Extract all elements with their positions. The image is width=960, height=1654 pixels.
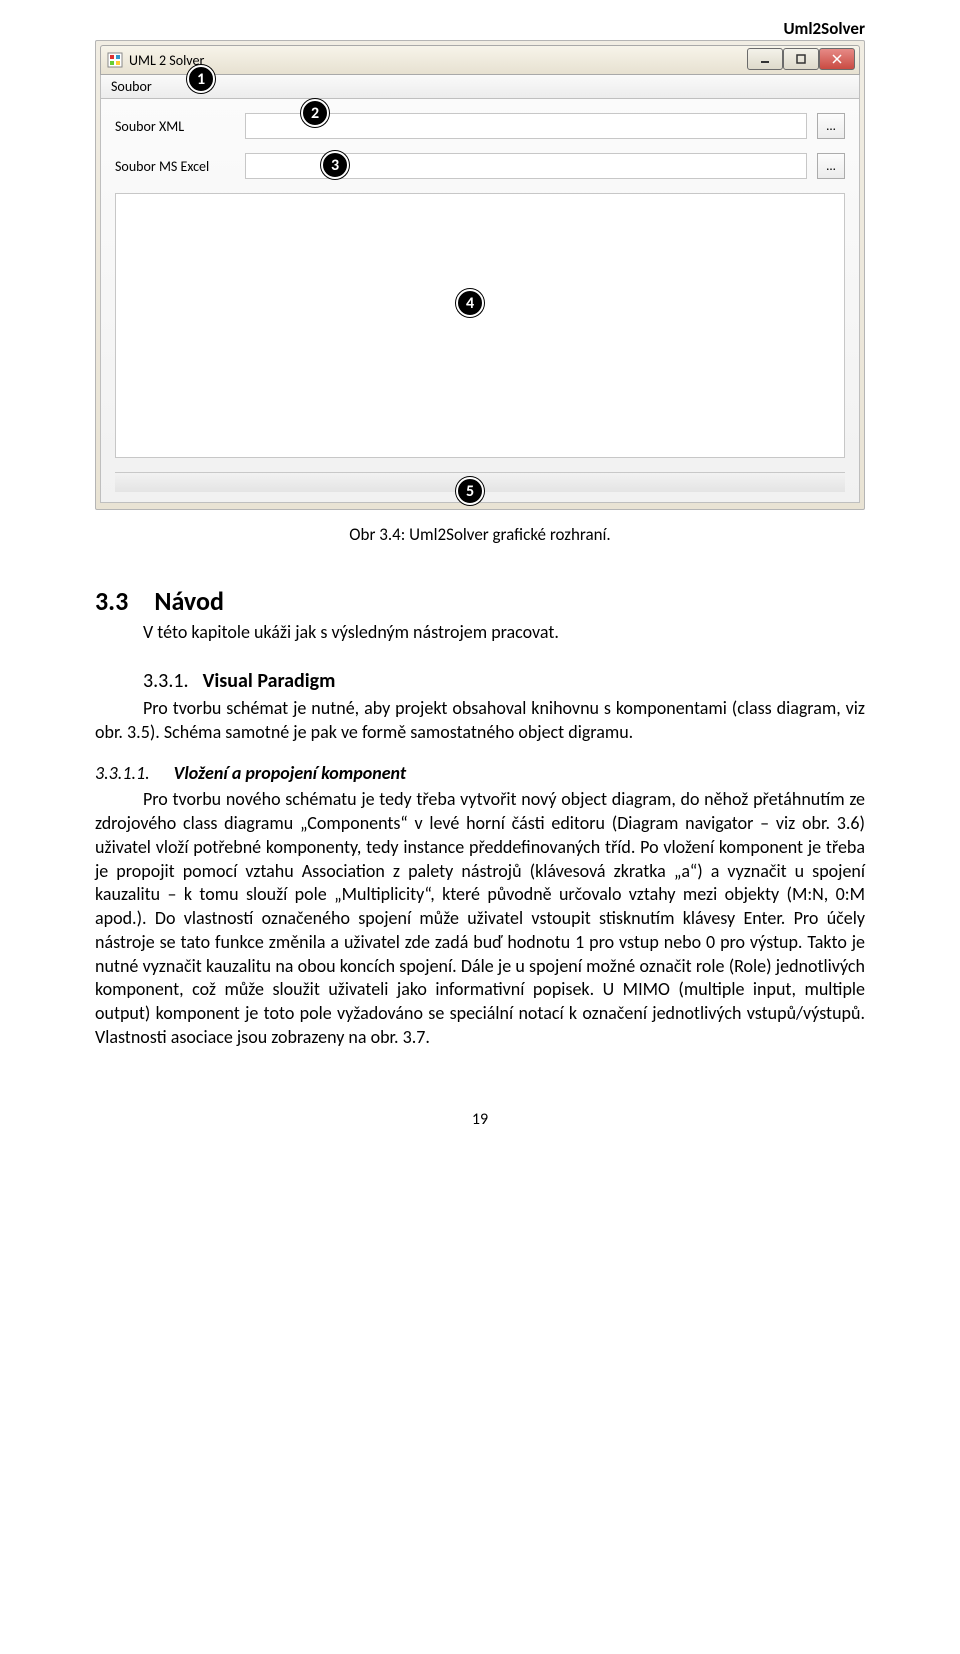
callout-3: 3 bbox=[321, 151, 349, 179]
callout-4: 4 bbox=[456, 289, 484, 317]
xml-browse-button[interactable]: ... bbox=[817, 113, 845, 139]
figure-screenshot: UML 2 Solver Soubor Soubor XML ... Soubo… bbox=[95, 40, 865, 510]
section-number-3-3-1-1: 3.3.1.1. bbox=[95, 762, 150, 784]
section-title-3-3: Návod bbox=[154, 585, 224, 617]
window-titlebar: UML 2 Solver bbox=[100, 45, 860, 75]
section-body-3-3-1: Pro tvorbu schémat je nutné, aby projekt… bbox=[95, 697, 865, 745]
running-header: Uml2Solver bbox=[783, 18, 865, 39]
maximize-icon bbox=[796, 54, 806, 64]
section-body-3-3-1-1: Pro tvorbu nového schématu je tedy třeba… bbox=[95, 788, 865, 1049]
maximize-button[interactable] bbox=[783, 48, 819, 70]
minimize-icon bbox=[760, 54, 770, 64]
close-button[interactable] bbox=[819, 48, 855, 70]
xml-file-input[interactable] bbox=[245, 113, 807, 139]
section-title-3-3-1-1: Vložení a propojení komponent bbox=[174, 762, 406, 784]
section-body-3-3: V této kapitole ukáži jak s výsledným ná… bbox=[95, 621, 865, 645]
xml-file-label: Soubor XML bbox=[115, 118, 235, 135]
excel-browse-button[interactable]: ... bbox=[817, 153, 845, 179]
page-number: 19 bbox=[95, 1110, 865, 1129]
minimize-button[interactable] bbox=[747, 48, 783, 70]
section-title-3-3-1: Visual Paradigm bbox=[203, 669, 336, 693]
section-number-3-3-1: 3.3.1. bbox=[143, 669, 189, 693]
callout-2: 2 bbox=[301, 99, 329, 127]
app-icon bbox=[107, 52, 123, 68]
window-client-area: Soubor XML ... Soubor MS Excel ... 1 2 3… bbox=[100, 99, 860, 503]
close-icon bbox=[832, 54, 842, 64]
excel-file-label: Soubor MS Excel bbox=[115, 158, 235, 175]
callout-1: 1 bbox=[187, 65, 215, 93]
output-textarea[interactable] bbox=[115, 193, 845, 458]
figure-caption: Obr 3.4: Uml2Solver grafické rozhraní. bbox=[95, 524, 865, 545]
callout-5: 5 bbox=[456, 477, 484, 505]
menu-file[interactable]: Soubor bbox=[111, 78, 152, 95]
section-number-3-3: 3.3 bbox=[95, 585, 128, 617]
